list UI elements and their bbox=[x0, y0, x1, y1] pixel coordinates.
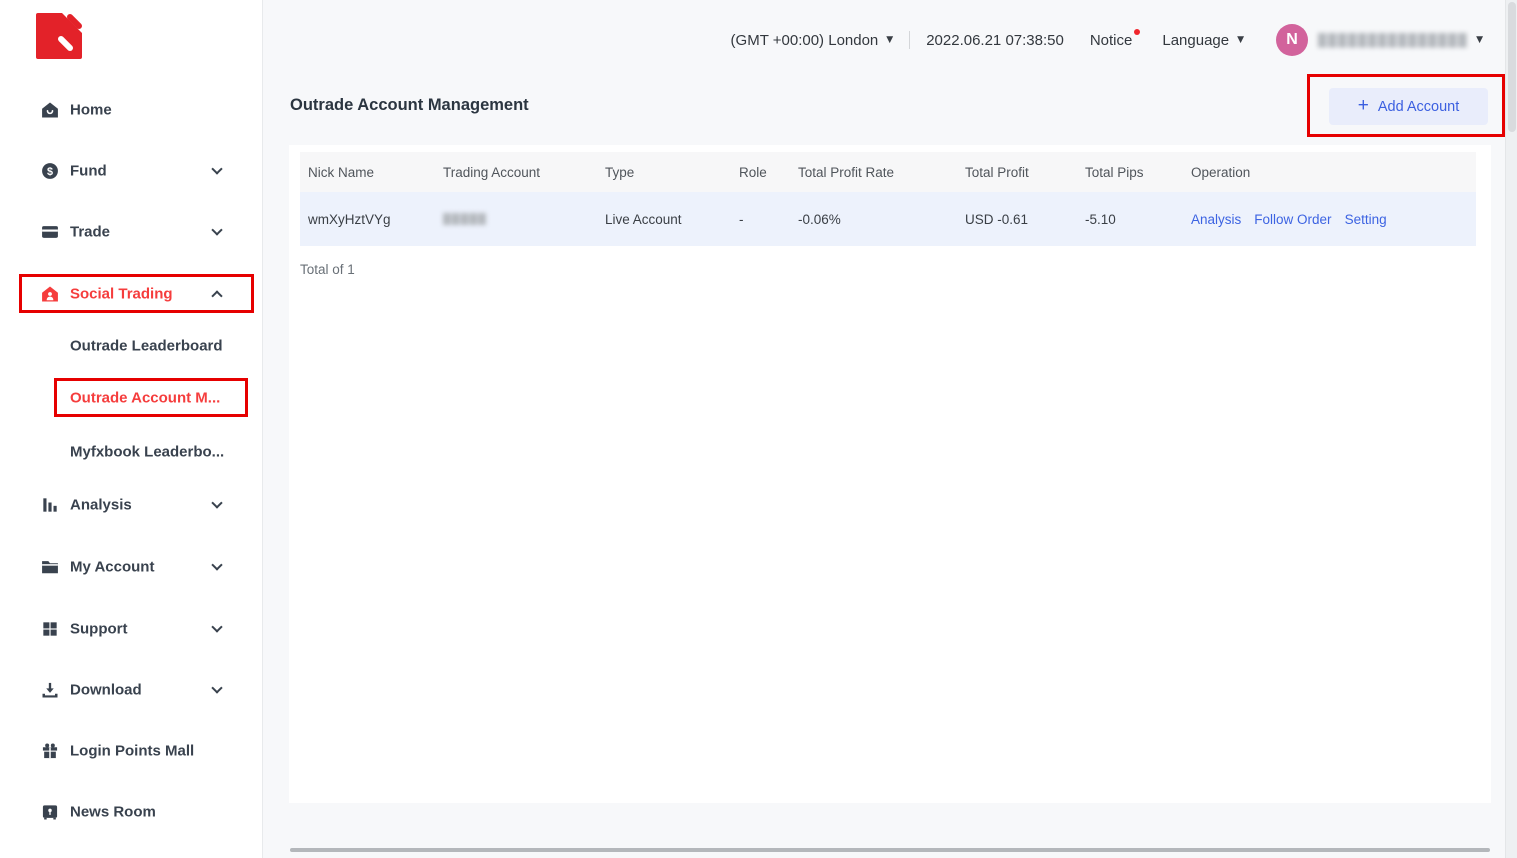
sidebar-item-outrade-leaderboard[interactable]: Outrade Leaderboard bbox=[0, 326, 262, 366]
chevron-down-icon bbox=[211, 163, 222, 174]
cell-nick-name: wmXyHztVYg bbox=[300, 212, 435, 227]
col-header-nick-name: Nick Name bbox=[300, 165, 435, 180]
news-room-icon bbox=[40, 802, 60, 822]
col-header-total-pips: Total Pips bbox=[1077, 165, 1183, 180]
sidebar-subitem-label: Outrade Leaderboard bbox=[70, 338, 223, 355]
col-header-total-profit-rate: Total Profit Rate bbox=[790, 165, 957, 180]
app-window: Home $ Fund Trade Social Trading Outrade… bbox=[0, 0, 1517, 858]
col-header-role: Role bbox=[731, 165, 790, 180]
svg-text:$: $ bbox=[47, 166, 53, 178]
sidebar-item-label: Fund bbox=[70, 163, 107, 180]
vertical-scrollbar[interactable] bbox=[1505, 0, 1517, 858]
bar-chart-icon bbox=[40, 495, 60, 515]
timezone-selector[interactable]: (GMT +00:00) London ▼ bbox=[731, 32, 894, 49]
cell-role: - bbox=[731, 212, 790, 227]
total-count-label: Total of 1 bbox=[300, 262, 355, 277]
sidebar-item-label: My Account bbox=[70, 559, 154, 576]
social-trading-icon bbox=[40, 284, 60, 304]
sidebar-subitem-label: Outrade Account M... bbox=[70, 390, 220, 407]
col-header-total-profit: Total Profit bbox=[957, 165, 1077, 180]
sidebar-item-label: Login Points Mall bbox=[70, 743, 194, 760]
notice-badge-dot bbox=[1134, 29, 1140, 35]
cell-type: Live Account bbox=[597, 212, 731, 227]
add-account-button[interactable]: + Add Account bbox=[1329, 88, 1488, 125]
table-row: wmXyHztVYg █████ Live Account - -0.06% U… bbox=[300, 192, 1476, 246]
add-account-label: Add Account bbox=[1378, 99, 1459, 115]
topbar-divider bbox=[909, 31, 910, 49]
analysis-link[interactable]: Analysis bbox=[1191, 212, 1241, 227]
cell-total-profit: USD -0.61 bbox=[957, 212, 1077, 227]
chevron-down-icon bbox=[211, 497, 222, 508]
sidebar-item-label: Support bbox=[70, 621, 128, 638]
sidebar-item-label: Trade bbox=[70, 224, 110, 241]
datetime-label: 2022.06.21 07:38:50 bbox=[926, 32, 1064, 49]
caret-down-icon: ▼ bbox=[886, 35, 893, 45]
folder-icon bbox=[40, 557, 60, 577]
chevron-down-icon bbox=[211, 621, 222, 632]
cell-operations: Analysis Follow Order Setting bbox=[1183, 212, 1476, 227]
gift-icon bbox=[40, 741, 60, 761]
user-menu[interactable]: N ███████████████ ▼ bbox=[1276, 24, 1483, 56]
dollar-circle-icon: $ bbox=[40, 161, 60, 181]
chevron-down-icon bbox=[211, 559, 222, 570]
sidebar-subitem-label: Myfxbook Leaderbo... bbox=[70, 444, 224, 461]
accounts-table: Nick Name Trading Account Type Role Tota… bbox=[300, 152, 1476, 246]
username-blurred: ███████████████ bbox=[1318, 33, 1468, 47]
sidebar-item-home[interactable]: Home bbox=[0, 90, 262, 130]
language-selector[interactable]: Language ▼ bbox=[1162, 32, 1244, 49]
horizontal-scrollbar[interactable] bbox=[290, 848, 1490, 852]
sidebar-item-label: Home bbox=[70, 102, 112, 119]
wallet-icon bbox=[40, 222, 60, 242]
download-icon bbox=[40, 680, 60, 700]
chevron-down-icon bbox=[211, 682, 222, 693]
follow-order-link[interactable]: Follow Order bbox=[1254, 212, 1331, 227]
cell-total-profit-rate: -0.06% bbox=[790, 212, 957, 227]
home-icon bbox=[40, 100, 60, 120]
cell-total-pips: -5.10 bbox=[1077, 212, 1183, 227]
sidebar-item-label: Download bbox=[70, 682, 142, 699]
chevron-up-icon bbox=[211, 290, 222, 301]
sidebar: Home $ Fund Trade Social Trading Outrade… bbox=[0, 0, 263, 858]
plus-icon: + bbox=[1358, 96, 1369, 115]
sidebar-item-label: News Room bbox=[70, 804, 156, 821]
sidebar-item-fund[interactable]: $ Fund bbox=[0, 151, 262, 191]
timezone-label: (GMT +00:00) London bbox=[731, 32, 879, 49]
brand-logo-icon[interactable] bbox=[36, 13, 82, 59]
vertical-scrollbar-thumb[interactable] bbox=[1508, 2, 1516, 132]
setting-link[interactable]: Setting bbox=[1345, 212, 1387, 227]
caret-down-icon: ▼ bbox=[1476, 35, 1483, 45]
sidebar-item-news-room[interactable]: News Room bbox=[0, 792, 262, 832]
sidebar-item-myfxbook-leaderboard[interactable]: Myfxbook Leaderbo... bbox=[0, 432, 262, 472]
avatar: N bbox=[1276, 24, 1308, 56]
sidebar-item-trade[interactable]: Trade bbox=[0, 212, 262, 252]
notice-label: Notice bbox=[1090, 32, 1133, 49]
chevron-down-icon bbox=[211, 224, 222, 235]
sidebar-item-social-trading[interactable]: Social Trading bbox=[0, 274, 262, 314]
sidebar-item-label: Analysis bbox=[70, 497, 132, 514]
caret-down-icon: ▼ bbox=[1237, 35, 1244, 45]
notice-button[interactable]: Notice bbox=[1090, 32, 1133, 49]
col-header-trading-account: Trading Account bbox=[435, 165, 597, 180]
page-title: Outrade Account Management bbox=[290, 96, 529, 115]
sidebar-item-support[interactable]: Support bbox=[0, 609, 262, 649]
sidebar-item-analysis[interactable]: Analysis bbox=[0, 485, 262, 525]
language-label: Language bbox=[1162, 32, 1229, 49]
topbar: (GMT +00:00) London ▼ 2022.06.21 07:38:5… bbox=[280, 24, 1483, 56]
sidebar-item-download[interactable]: Download bbox=[0, 670, 262, 710]
col-header-operation: Operation bbox=[1183, 165, 1476, 180]
sidebar-item-outrade-account-management[interactable]: Outrade Account M... bbox=[0, 378, 262, 418]
col-header-type: Type bbox=[597, 165, 731, 180]
sidebar-item-my-account[interactable]: My Account bbox=[0, 547, 262, 587]
grid-icon bbox=[40, 619, 60, 639]
table-header-row: Nick Name Trading Account Type Role Tota… bbox=[300, 152, 1476, 192]
sidebar-item-login-points-mall[interactable]: Login Points Mall bbox=[0, 731, 262, 771]
content-card: Nick Name Trading Account Type Role Tota… bbox=[289, 145, 1491, 803]
sidebar-item-label: Social Trading bbox=[70, 286, 173, 303]
cell-trading-account-blurred: █████ bbox=[435, 213, 597, 225]
